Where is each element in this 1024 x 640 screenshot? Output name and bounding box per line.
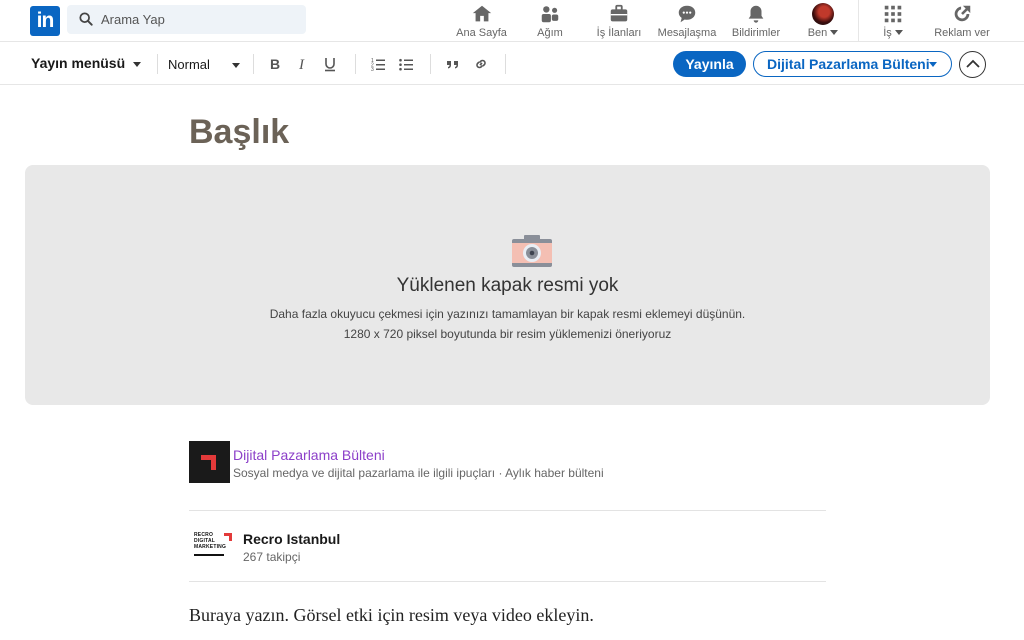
messaging-icon	[678, 5, 696, 23]
numbered-list-button[interactable]: 123	[368, 54, 388, 74]
chevron-down-icon	[830, 30, 839, 35]
nav-me[interactable]: Ben	[803, 3, 843, 39]
cover-empty-heading: Yüklenen kapak resmi yok	[396, 275, 619, 296]
organization-followers: 267 takipçi	[243, 550, 301, 564]
organization-name[interactable]: Recro Istanbul	[243, 531, 340, 547]
toolbar-divider	[157, 54, 158, 74]
quote-icon	[447, 61, 458, 69]
publishing-menu-button[interactable]: Yayın menüsü	[31, 55, 142, 71]
newsletter-logo-mark	[201, 455, 216, 470]
publish-button[interactable]: Yayınla	[673, 51, 746, 77]
toolbar-divider	[430, 54, 431, 74]
search-input[interactable]	[101, 5, 301, 34]
newsletter-description: Sosyal medya ve dijital pazarlama ile il…	[233, 466, 496, 480]
chevron-down-icon	[133, 62, 142, 67]
toolbar-divider	[355, 54, 356, 74]
newsletter-meta: Sosyal medya ve dijital pazarlama ile il…	[233, 466, 604, 480]
newsletter-frequency: Aylık haber bülteni	[505, 466, 604, 480]
global-nav: in Ana Sayfa Ağım İş İlanları Mesajlaşma	[0, 0, 1024, 42]
svg-text:3: 3	[371, 67, 374, 72]
avatar	[812, 3, 834, 25]
nav-work-label-wrap: İş	[875, 27, 911, 39]
link-icon	[476, 59, 486, 69]
cover-size-hint: 1280 x 720 piksel boyutunda bir resim yü…	[343, 327, 672, 341]
newsletter-select-button[interactable]: Dijital Pazarlama Bülteni	[753, 51, 952, 77]
search-icon	[79, 12, 93, 26]
bold-button[interactable]: B	[265, 54, 285, 74]
nav-messaging-label: Mesajlaşma	[657, 27, 717, 39]
numbered-list-icon: 123	[371, 58, 385, 73]
italic-icon: I	[298, 57, 305, 73]
toolbar-divider	[253, 54, 254, 74]
underline-button[interactable]	[320, 54, 340, 74]
newsletter-name-link[interactable]: Dijital Pazarlama Bülteni	[233, 447, 385, 463]
publishing-menu-label: Yayın menüsü	[31, 55, 126, 71]
nav-advertise-label: Reklam ver	[934, 27, 990, 39]
bulleted-list-icon	[399, 58, 413, 71]
compass-icon	[954, 5, 971, 22]
link-button[interactable]	[471, 54, 491, 74]
svg-text:I: I	[298, 57, 305, 72]
article-body-input[interactable]: Buraya yazın. Görsel etki için resim vey…	[189, 605, 594, 626]
nav-network-label: Ağım	[537, 27, 563, 39]
nav-me-label: Ben	[807, 27, 828, 39]
cover-description: Daha fazla okuyucu çekmesi için yazınızı…	[269, 307, 746, 321]
nav-jobs-label: İş İlanları	[596, 27, 642, 39]
italic-button[interactable]: I	[293, 54, 313, 74]
grid-icon	[884, 5, 902, 23]
chevron-down-icon	[929, 62, 937, 67]
nav-home[interactable]: Ana Sayfa	[454, 3, 509, 39]
nav-notifications[interactable]: Bildirimler	[729, 3, 783, 39]
nav-network[interactable]: Ağım	[530, 3, 570, 39]
search-bar[interactable]	[67, 5, 306, 34]
author-organization: RECRO DIGITAL MARKETING Recro Istanbul 2…	[189, 512, 826, 582]
nav-divider	[858, 0, 859, 42]
organization-logo-line: MARKETING	[194, 544, 227, 550]
home-icon	[472, 5, 491, 22]
organization-logo-mark	[224, 533, 232, 541]
briefcase-icon	[610, 4, 628, 22]
chevron-down-icon	[232, 63, 240, 68]
cover-image-upload[interactable]: Yüklenen kapak resmi yok Daha fazla okuy…	[25, 165, 990, 405]
organization-logo-bar	[194, 554, 224, 556]
nav-work-label: İş	[883, 27, 892, 39]
toolbar-divider	[505, 54, 506, 74]
text-style-value: Normal	[168, 57, 210, 72]
editor-toolbar: Yayın menüsü Normal B I 123 Yayınla Diji…	[0, 43, 1024, 85]
chevron-down-icon	[894, 30, 903, 35]
bell-icon	[748, 5, 764, 23]
nav-messaging[interactable]: Mesajlaşma	[657, 3, 717, 39]
newsletter-logo	[189, 441, 230, 483]
newsletter-info: Dijital Pazarlama Bülteni Sosyal medya v…	[189, 441, 826, 511]
bold-icon: B	[270, 56, 280, 72]
underline-icon	[325, 58, 335, 72]
text-style-dropdown[interactable]: Normal	[168, 57, 240, 72]
camera-icon	[512, 235, 552, 267]
newsletter-select-label: Dijital Pazarlama Bülteni	[767, 56, 930, 72]
nav-notifications-label: Bildirimler	[731, 27, 781, 39]
svg-text:B: B	[270, 56, 280, 72]
nav-jobs[interactable]: İş İlanları	[593, 3, 645, 39]
chevron-up-icon	[966, 59, 980, 68]
nav-me-label-wrap: Ben	[803, 27, 843, 39]
nav-home-label: Ana Sayfa	[456, 27, 507, 39]
quote-button[interactable]	[443, 54, 463, 74]
article-title-input[interactable]: Başlık	[189, 113, 289, 152]
nav-advertise[interactable]: Reklam ver	[933, 3, 991, 39]
organization-logo[interactable]: RECRO DIGITAL MARKETING	[194, 532, 232, 560]
bulleted-list-button[interactable]	[396, 54, 416, 74]
linkedin-logo[interactable]: in	[30, 6, 60, 36]
nav-work[interactable]: İş	[875, 3, 911, 39]
network-icon	[541, 6, 559, 23]
collapse-toolbar-button[interactable]	[959, 51, 986, 78]
